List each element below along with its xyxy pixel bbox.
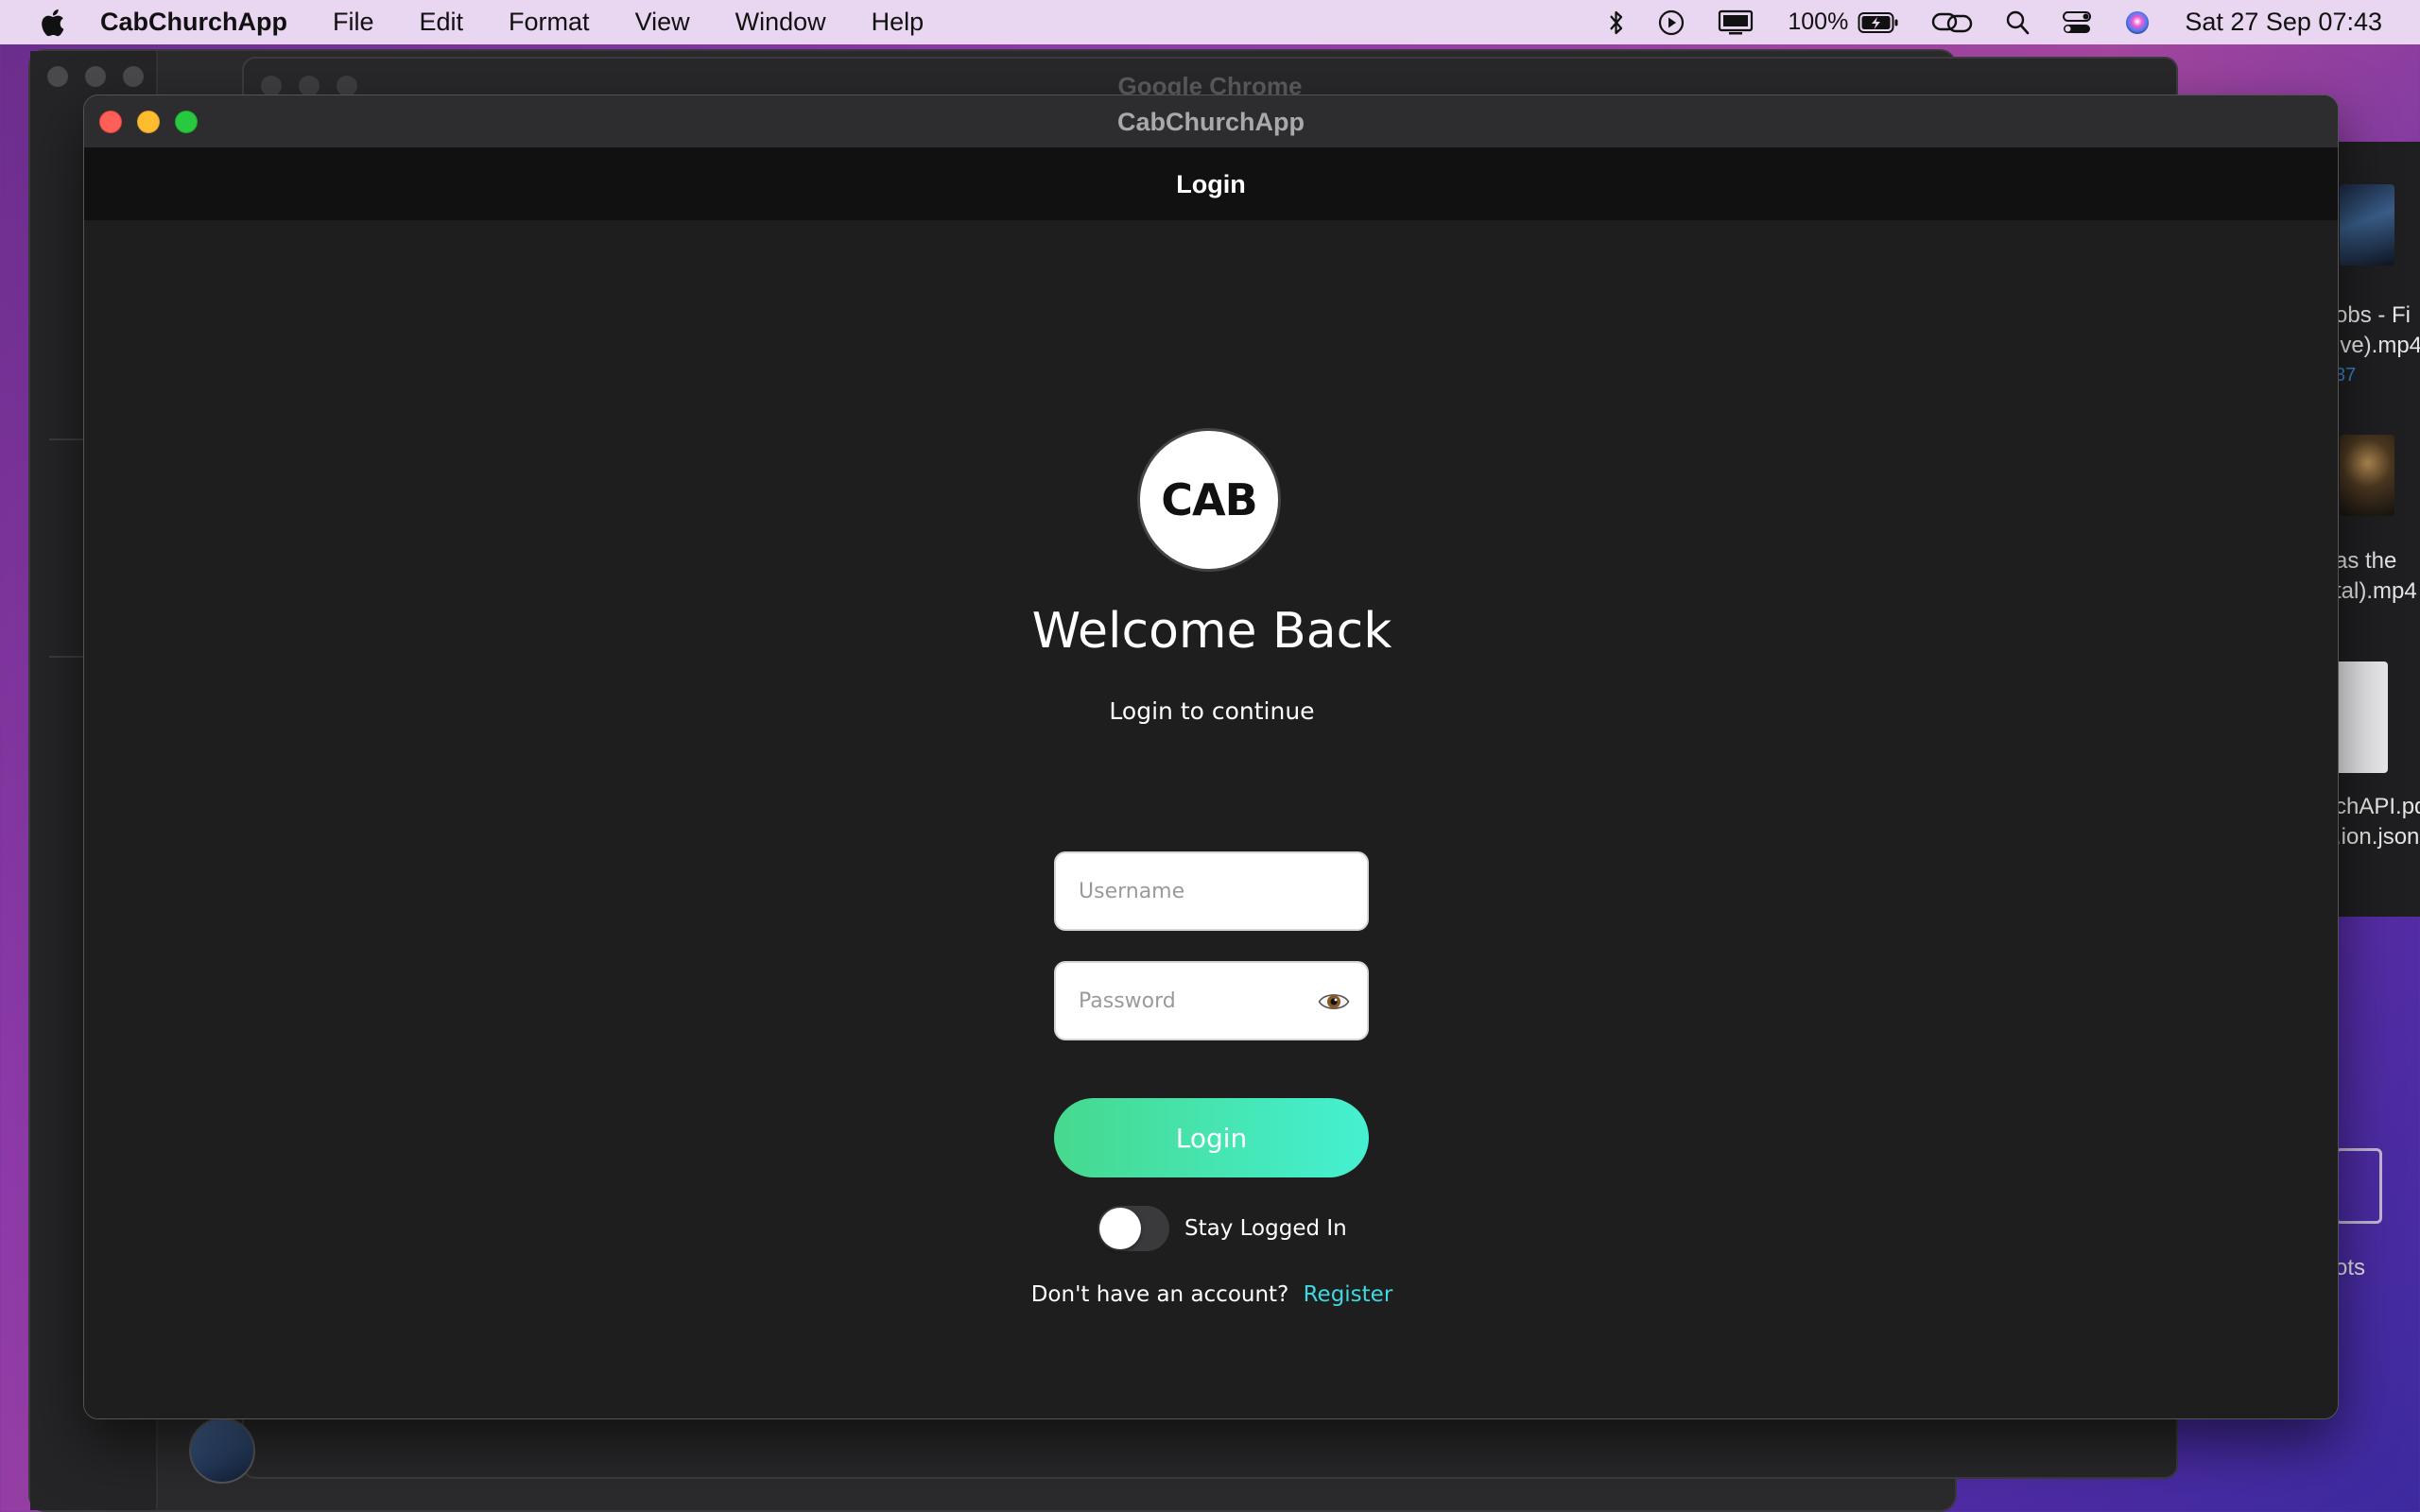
password-field [1054,961,1369,1040]
menu-window[interactable]: Window [735,8,826,37]
register-prompt: Don't have an account? Register [84,1282,2338,1307]
finder-file-name: ive).mp4 [2335,333,2420,358]
window-titlebar: CabChurchApp [84,95,2338,148]
control-center-icon[interactable] [2062,9,2092,36]
app-window: CabChurchApp Login CAB Welcome Back Logi… [83,94,2339,1419]
spotlight-search-icon[interactable] [2005,9,2030,36]
username-field [1054,851,1369,931]
window-title: CabChurchApp [1117,108,1305,136]
login-screen: CAB Welcome Back Login to continue Login… [84,220,2338,1418]
finder-file-name: obs - Fi [2335,302,2411,328]
menu-edit[interactable]: Edit [420,8,464,37]
video-thumbnail [2340,184,2394,266]
username-input[interactable] [1079,879,1315,903]
display-icon[interactable] [1718,9,1754,36]
login-button[interactable]: Login [1054,1098,1369,1177]
app-logo: CAB [1137,428,1281,572]
now-playing-icon[interactable] [1657,9,1685,37]
nav-title: Login [1176,169,1246,198]
finder-file-name: tal).mp4 [2335,578,2417,604]
battery-percent: 100% [1788,9,1849,35]
link-icon[interactable] [1931,9,1973,36]
menu-help[interactable]: Help [872,8,925,37]
page-subtitle: Login to continue [1109,697,1315,725]
menu-app-name[interactable]: CabChurchApp [100,8,287,37]
toggle-knob [1099,1208,1141,1249]
siri-icon[interactable] [2124,9,2151,36]
stay-logged-in-toggle[interactable] [1098,1206,1169,1251]
menu-bar: CabChurchApp File Edit Format View Windo… [0,0,2420,44]
register-link[interactable]: Register [1304,1282,1393,1307]
no-account-text: Don't have an account? [1030,1282,1289,1307]
document-file-icon [2335,662,2388,773]
nav-bar: Login [84,148,2338,220]
video-thumbnail [2340,435,2394,516]
menu-clock[interactable]: Sat 27 Sep 07:43 [2185,8,2382,37]
password-input[interactable] [1079,988,1315,1013]
stay-logged-in-row: Stay Logged In [1098,1206,1347,1251]
avatar [189,1418,255,1484]
show-password-eye-icon[interactable] [1318,988,1350,1016]
logo-text: CAB [1161,474,1257,525]
background-window-controls [47,66,144,87]
bluetooth-icon[interactable] [1608,9,1625,36]
apple-menu-icon[interactable] [38,7,66,39]
battery-icon[interactable] [1858,11,1899,34]
menu-format[interactable]: Format [509,8,590,37]
finder-file-name: as the [2335,548,2397,574]
finder-file-name: ots [2335,1255,2366,1280]
page-title: Welcome Back [1031,603,1392,660]
finder-file-name: .ion.json [2335,824,2420,850]
stay-logged-in-label: Stay Logged In [1184,1216,1347,1241]
menu-view[interactable]: View [635,8,690,37]
background-icon [2335,1148,2382,1224]
menu-file[interactable]: File [333,8,374,37]
finder-file-name: chAPI.pd [2335,794,2420,819]
